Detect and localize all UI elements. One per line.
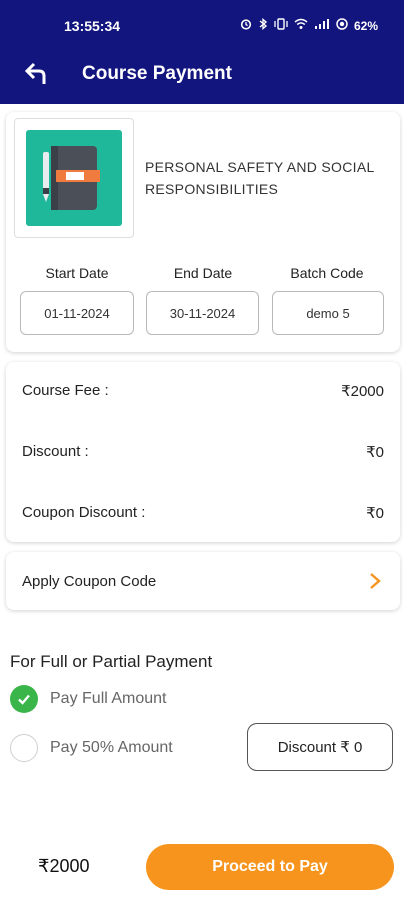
page-title: Course Payment (82, 63, 232, 84)
apply-coupon-button[interactable]: Apply Coupon Code (6, 552, 400, 610)
course-fee-row: Course Fee : ₹2000 (22, 382, 384, 400)
chevron-right-icon (370, 573, 381, 589)
coupon-discount-label: Coupon Discount : (22, 504, 146, 521)
vibrate-icon (274, 18, 288, 33)
pay-full-label: Pay Full Amount (50, 690, 167, 707)
start-date-label: Start Date (45, 265, 109, 281)
apply-coupon-label: Apply Coupon Code (22, 572, 157, 590)
back-button[interactable] (22, 58, 54, 90)
app-header: 13:55:34 62% Course Payment (0, 0, 404, 104)
alarm-icon (240, 18, 252, 33)
pay-full-option[interactable]: Pay Full Amount (10, 685, 167, 713)
battery-icon (336, 18, 348, 33)
status-time: 13:55:34 (64, 18, 121, 34)
fee-summary-card: Course Fee : ₹2000 Discount : ₹0 Coupon … (6, 362, 400, 542)
coupon-discount-row: Coupon Discount : ₹0 (22, 504, 384, 522)
start-date-field: 01-11-2024 (20, 291, 134, 335)
coupon-discount-value: ₹0 (366, 505, 384, 522)
course-thumbnail-frame (14, 118, 134, 238)
bluetooth-icon (258, 18, 268, 33)
discount-value: ₹0 (366, 444, 384, 461)
battery-percent: 62% (353, 18, 378, 33)
notebook-icon (43, 146, 100, 210)
signal-icon (314, 18, 330, 33)
course-thumbnail (26, 130, 122, 226)
course-title: PERSONAL SAFETY AND SOCIAL RESPONSIBILIT… (145, 159, 375, 197)
course-fee-value: ₹2000 (341, 383, 384, 400)
end-date-label: End Date (173, 265, 233, 281)
radio-checked-icon[interactable] (10, 685, 38, 713)
proceed-to-pay-button[interactable]: Proceed to Pay (146, 844, 394, 890)
radio-unchecked-icon[interactable] (10, 734, 38, 762)
course-card: PERSONAL SAFETY AND SOCIAL RESPONSIBILIT… (6, 112, 400, 352)
discount-row: Discount : ₹0 (22, 443, 384, 461)
end-date-field: 30-11-2024 (146, 291, 259, 335)
total-amount: ₹2000 (38, 856, 90, 876)
batch-code-field: demo 5 (272, 291, 384, 335)
wifi-icon (294, 18, 308, 33)
course-fee-label: Course Fee : (22, 382, 109, 399)
discount-button[interactable]: Discount ₹ 0 (247, 723, 393, 771)
back-arrow-icon (24, 62, 46, 84)
status-bar: 13:55:34 62% (0, 0, 404, 52)
batch-code-label: Batch Code (290, 265, 364, 281)
pay-partial-label: Pay 50% Amount (50, 739, 173, 756)
status-icons: 62% (240, 18, 378, 33)
payment-options-title: For Full or Partial Payment (10, 652, 213, 671)
pay-partial-option[interactable]: Pay 50% Amount (10, 734, 173, 762)
discount-label: Discount : (22, 443, 89, 460)
